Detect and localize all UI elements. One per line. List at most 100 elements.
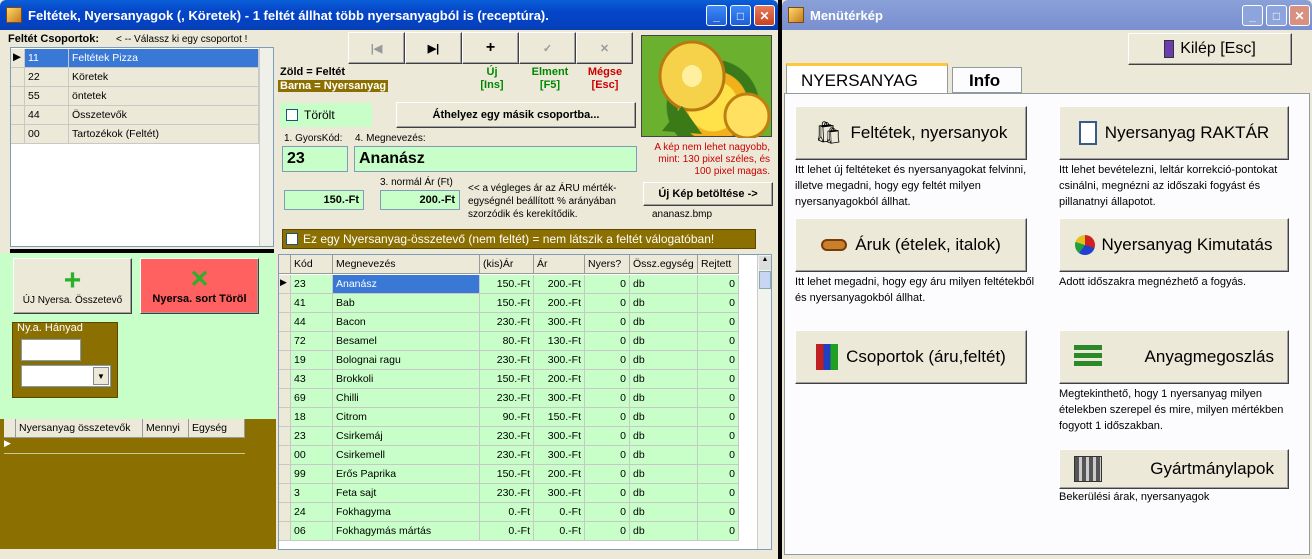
list-item[interactable]: 00 Tartozékok (Feltét) bbox=[11, 125, 259, 144]
table-row[interactable]: 72 Besamel 80.-Ft 130.-Ft 0 db 0 bbox=[279, 332, 739, 351]
new-record-button[interactable]: + bbox=[462, 32, 519, 64]
unit-select[interactable]: ▼ bbox=[21, 365, 111, 387]
table-row[interactable]: ▶ 23 Ananász 150.-Ft 200.-Ft 0 db 0 bbox=[279, 275, 739, 294]
scroll-up-icon[interactable]: ▲ bbox=[759, 256, 771, 270]
normal-price-field[interactable]: 200.-Ft bbox=[380, 190, 460, 210]
price-note: << a végleges ár az ÁRU mérték-egységnél… bbox=[468, 183, 617, 220]
list-item[interactable]: 44 Összetevők bbox=[11, 106, 259, 125]
header-ar[interactable]: Ár bbox=[534, 255, 585, 274]
table-row[interactable]: 69 Chilli 230.-Ft 300.-Ft 0 db 0 bbox=[279, 389, 739, 408]
cancel-record-button[interactable]: ✕ bbox=[576, 32, 633, 64]
normal-price-label: 3. normál Ár (Ft) bbox=[380, 177, 453, 188]
small-price-field[interactable]: 150.-Ft bbox=[284, 190, 364, 210]
load-image-button[interactable]: Új Kép betöltése -> bbox=[643, 182, 773, 206]
table-row[interactable]: 19 Bolognai ragu 230.-Ft 300.-Ft 0 db 0 bbox=[279, 351, 739, 370]
cell-egyseg: db bbox=[630, 351, 698, 370]
tab-info[interactable]: Info bbox=[952, 67, 1022, 93]
header-osszegyseg[interactable]: Össz.egység bbox=[630, 255, 698, 274]
cell-kod: 41 bbox=[291, 294, 333, 313]
groups-scrollbar[interactable] bbox=[259, 48, 273, 246]
ingredient-checkbox-bar[interactable]: Ez egy Nyersanyag-összetevő (nem feltét)… bbox=[282, 229, 756, 249]
header-kisar[interactable]: (kis)Ár bbox=[480, 255, 534, 274]
new-row-marker: ▶ bbox=[4, 438, 245, 454]
maximize-button[interactable]: □ bbox=[1266, 5, 1287, 26]
anyagmegoszlas-button[interactable]: Anyagmegoszlás bbox=[1059, 330, 1289, 384]
feltetek-button[interactable]: 🛍 Feltétek, nyersanyok bbox=[795, 106, 1027, 160]
cell-kisar: 230.-Ft bbox=[480, 389, 534, 408]
list-item[interactable]: 55 öntetek bbox=[11, 87, 259, 106]
cell-nev: Ananász bbox=[333, 275, 480, 294]
tab-nyersanyag[interactable]: NYERSANYAG bbox=[786, 63, 948, 93]
save-record-button[interactable]: ✓ bbox=[519, 32, 576, 64]
component-grid[interactable]: Nyersanyag összetevők Mennyi Egység ▶ bbox=[0, 419, 276, 549]
header-rejtett[interactable]: Rejtett bbox=[698, 255, 739, 274]
table-row[interactable]: 43 Brokkoli 150.-Ft 200.-Ft 0 db 0 bbox=[279, 370, 739, 389]
aruk-button[interactable]: Áruk (ételek, italok) bbox=[795, 218, 1027, 272]
torolt-checkbox[interactable] bbox=[286, 109, 298, 121]
new-component-button[interactable]: + ÚJ Nyersa. Összetevő bbox=[13, 258, 132, 314]
exit-button[interactable]: Kilép [Esc] bbox=[1128, 33, 1292, 65]
main-grid[interactable]: Kód Megnevezés (kis)Ár Ár Nyers? Össz.eg… bbox=[278, 254, 772, 550]
cell-kisar: 230.-Ft bbox=[480, 313, 534, 332]
megnevezes-field[interactable]: Ananász bbox=[354, 146, 637, 172]
list-item[interactable]: 22 Köretek bbox=[11, 68, 259, 87]
last-record-button[interactable]: ▶| bbox=[405, 32, 462, 64]
table-row[interactable]: 3 Feta sajt 230.-Ft 300.-Ft 0 db 0 bbox=[279, 484, 739, 503]
close-button[interactable]: ✕ bbox=[1289, 5, 1310, 26]
row-indicator bbox=[279, 332, 291, 351]
table-row[interactable]: 06 Fokhagymás mártás 0.-Ft 0.-Ft 0 db 0 bbox=[279, 522, 739, 541]
row-indicator bbox=[279, 370, 291, 389]
ratio-input[interactable] bbox=[21, 339, 81, 361]
first-record-button[interactable]: |◀ bbox=[348, 32, 405, 64]
table-row[interactable]: 24 Fokhagyma 0.-Ft 0.-Ft 0 db 0 bbox=[279, 503, 739, 522]
scroll-thumb[interactable] bbox=[759, 271, 771, 289]
chevron-down-icon[interactable]: ▼ bbox=[93, 367, 109, 385]
groups-label: Feltét Csoportok: bbox=[8, 33, 100, 45]
cell-nyers: 0 bbox=[585, 446, 630, 465]
maximize-button[interactable]: □ bbox=[730, 5, 751, 26]
kimutatas-label: Nyersanyag Kimutatás bbox=[1101, 235, 1273, 254]
list-item[interactable]: ▶ 11 Feltétek Pizza bbox=[11, 49, 259, 68]
tab-nyersanyag-label: NYERSANYAG bbox=[801, 71, 918, 90]
cell-nev: Erős Paprika bbox=[333, 465, 480, 484]
table-row[interactable]: 44 Bacon 230.-Ft 300.-Ft 0 db 0 bbox=[279, 313, 739, 332]
kimutatas-desc: Adott időszakra megnézhető a fogyás. bbox=[1059, 276, 1247, 288]
groups-list[interactable]: ▶ 11 Feltétek Pizza 22 Köretek 55 öntete… bbox=[10, 47, 274, 247]
main-grid-scrollbar[interactable]: ▲ bbox=[757, 255, 771, 549]
row-indicator bbox=[279, 389, 291, 408]
cell-nev: Bab bbox=[333, 294, 480, 313]
table-row[interactable]: 23 Csirkemáj 230.-Ft 300.-Ft 0 db 0 bbox=[279, 427, 739, 446]
delete-component-row-button[interactable]: ✕ Nyersa. sort Töröl bbox=[140, 258, 259, 314]
torolt-checkbox-area[interactable]: Törölt bbox=[280, 103, 372, 127]
move-group-button[interactable]: Áthelyez egy másik csoportba... bbox=[396, 102, 636, 128]
cell-egyseg: db bbox=[630, 446, 698, 465]
cell-kod: 43 bbox=[291, 370, 333, 389]
kimutatas-button[interactable]: Nyersanyag Kimutatás bbox=[1059, 218, 1289, 272]
close-button[interactable]: ✕ bbox=[754, 5, 775, 26]
ratio-group-label: Ny.a. Hányad bbox=[17, 322, 83, 334]
cell-egyseg: db bbox=[630, 408, 698, 427]
cell-ar: 300.-Ft bbox=[534, 389, 585, 408]
table-row[interactable]: 18 Citrom 90.-Ft 150.-Ft 0 db 0 bbox=[279, 408, 739, 427]
table-row[interactable]: 00 Csirkemell 230.-Ft 300.-Ft 0 db 0 bbox=[279, 446, 739, 465]
gyorskod-field[interactable]: 23 bbox=[282, 146, 348, 172]
clipboard-icon bbox=[1078, 121, 1097, 145]
header-kod[interactable]: Kód bbox=[291, 255, 333, 274]
cell-rejtett: 0 bbox=[698, 389, 739, 408]
gyartmanylapok-desc: Bekerülési árak, nyersanyagok bbox=[1059, 491, 1210, 503]
table-row[interactable]: 41 Bab 150.-Ft 200.-Ft 0 db 0 bbox=[279, 294, 739, 313]
csoportok-button[interactable]: Csoportok (áru,feltét) bbox=[795, 330, 1027, 384]
table-row[interactable]: 99 Erős Paprika 150.-Ft 200.-Ft 0 db 0 bbox=[279, 465, 739, 484]
row-indicator bbox=[279, 484, 291, 503]
gyartmanylapok-button[interactable]: Gyártmánylapok bbox=[1059, 449, 1289, 489]
exit-label: Kilép [Esc] bbox=[1180, 40, 1256, 57]
minimize-button[interactable]: _ bbox=[706, 5, 727, 26]
minimize-button[interactable]: _ bbox=[1242, 5, 1263, 26]
ingredient-checkbox[interactable] bbox=[286, 233, 298, 245]
header-megnevezes[interactable]: Megnevezés bbox=[333, 255, 480, 274]
raktar-button[interactable]: Nyersanyag RAKTÁR bbox=[1059, 106, 1289, 160]
cell-nev: Chilli bbox=[333, 389, 480, 408]
header-nyers[interactable]: Nyers? bbox=[585, 255, 630, 274]
cell-nyers: 0 bbox=[585, 294, 630, 313]
sandwich-icon bbox=[821, 239, 848, 251]
